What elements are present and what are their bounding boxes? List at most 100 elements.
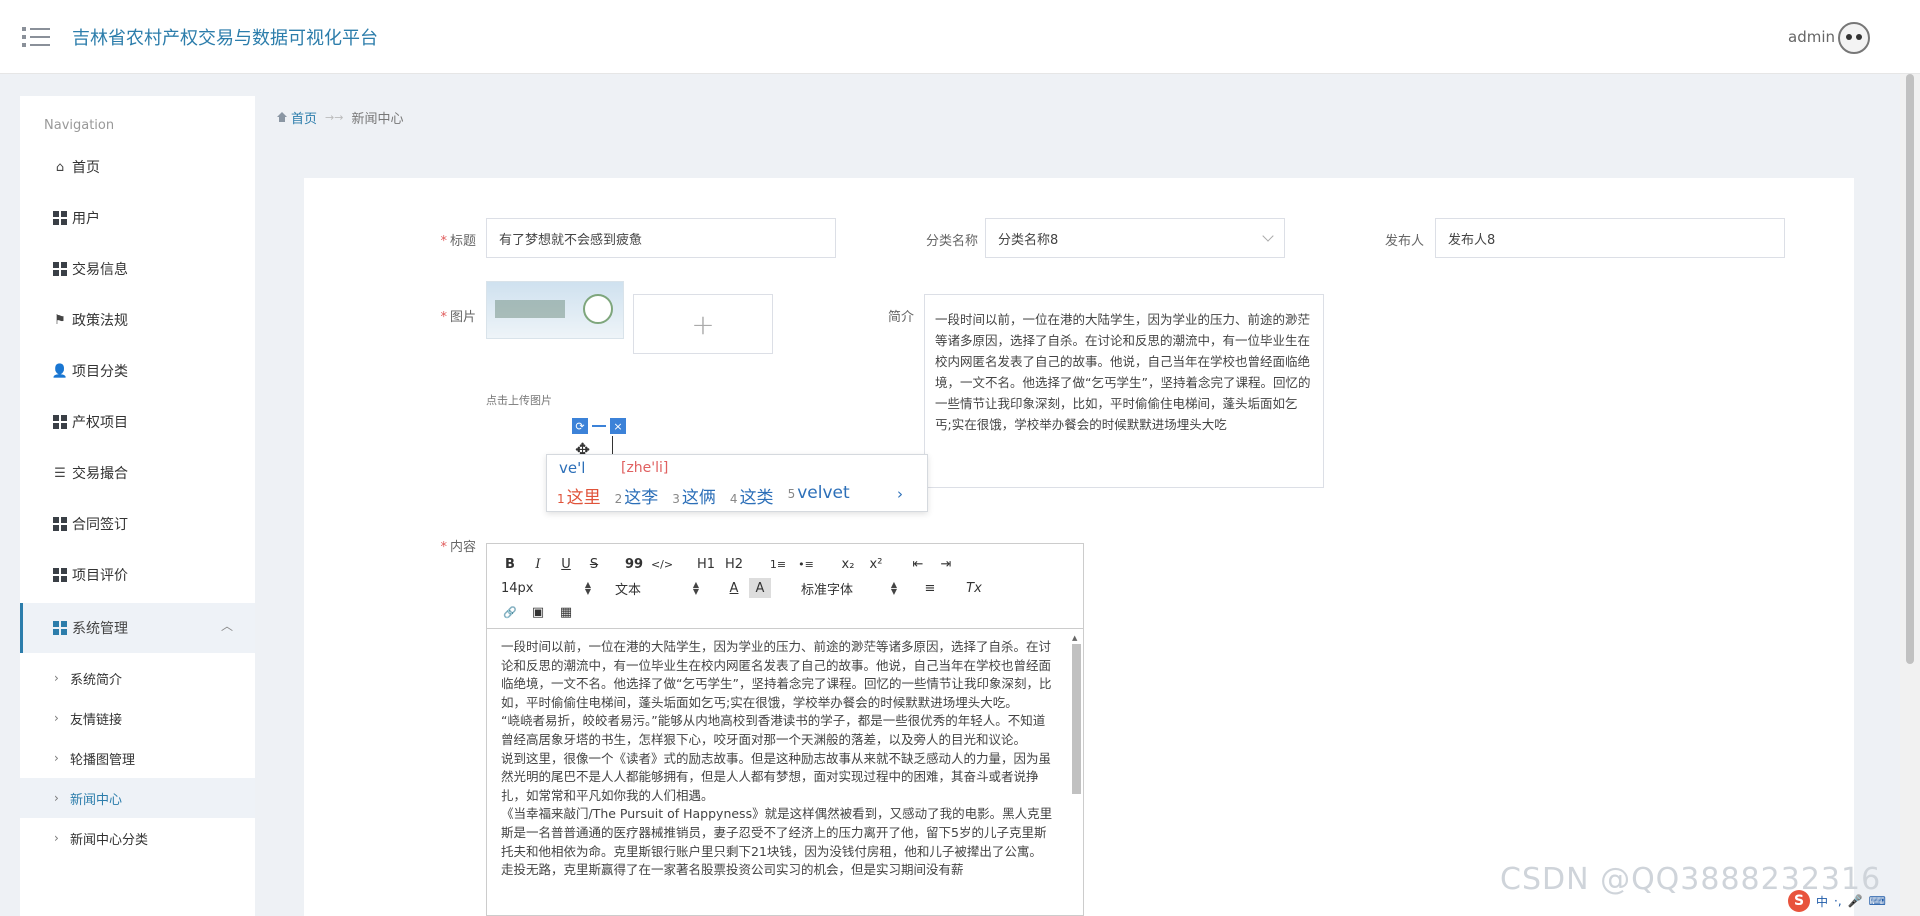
strike-button[interactable]: S [583,554,605,574]
sidebar-item-contract[interactable]: 合同签订 [20,502,255,546]
breadcrumb-home-label: 首页 [291,112,318,127]
sidebar-item-home[interactable]: ⌂ 首页 [20,145,255,189]
sidebar-item-policy[interactable]: ⚑ 政策法规 [20,298,255,342]
publisher-input[interactable]: 发布人8 [1435,218,1785,258]
superscript-button[interactable]: x² [865,554,887,574]
sidebar-item-label: 项目分类 [72,364,128,380]
font-family-select[interactable]: 标准字体 ▲ ▼ [801,578,897,598]
background-color-button[interactable]: A [749,578,771,598]
font-size-select[interactable]: 14px ▲ ▼ [501,578,591,598]
ime-candidate[interactable]: 2 这李 [615,483,659,508]
font-size-value: 14px [501,580,534,596]
code-block-button[interactable]: </> [651,554,673,574]
ime-input: ve'l [559,459,586,477]
ime-candidate[interactable]: 4 这类 [730,483,774,508]
chevron-right-icon: › [54,711,59,725]
avatar[interactable] [1838,22,1870,54]
sidebar-item-evaluation[interactable]: 项目评价 [20,553,255,597]
category-label: 分类名称 [925,234,978,249]
subscript-button[interactable]: x₂ [837,554,859,574]
ime-pinyin: [zhe'li] [621,460,669,476]
grid-icon [53,621,67,635]
sidebar-subitem-label: 友情链接 [70,712,123,728]
sogou-logo-icon: S [1788,890,1810,912]
video-button[interactable]: ▦ [555,602,577,622]
updown-icon: ▲ ▼ [584,580,591,596]
italic-button[interactable]: I [527,554,549,574]
user-icon: 👤 [51,363,69,379]
sidebar-subitem-links[interactable]: › 友情链接 [20,698,255,738]
heading-select[interactable]: 文本 ▲ ▼ [615,578,699,598]
ime-candidates: 1 这里 2 这李 3 这俩 4 这类 5 velvet [557,483,864,508]
indent-button[interactable]: ⇥ [935,554,957,574]
chevron-down-icon [1262,230,1274,242]
title-input[interactable]: 有了梦想就不会感到疲惫 [486,218,836,258]
updown-icon: ▲ ▼ [890,580,897,596]
clean-format-button[interactable]: Tx [963,578,985,598]
align-button[interactable]: ≡ [919,578,941,598]
sidebar-item-label: 合同签订 [72,517,128,533]
scroll-up-icon[interactable]: ▲ [1072,634,1077,642]
sidebar-item-users[interactable]: 用户 [20,196,255,240]
breadcrumb-home[interactable]: 首页 [276,108,317,127]
nav-heading: Navigation [44,118,115,133]
font-color-button[interactable]: A [723,578,745,598]
close-icon[interactable]: × [610,418,626,434]
ime-candidate[interactable]: 3 这俩 [672,483,716,508]
grid-icon [53,517,67,531]
text-cursor [612,436,613,454]
sidebar-subitem-label: 新闻中心分类 [70,832,149,848]
summary-label: 简介 [887,310,914,325]
sidebar-subitem-carousel[interactable]: › 轮播图管理 [20,738,255,778]
blockquote-button[interactable]: 99 [623,554,645,574]
rich-text-editor: B I U S 99 </> H1 H2 1≡ •≡ x₂ x² ⇤ ⇥ 14p… [486,543,1084,916]
image-thumbnail[interactable] [486,281,624,339]
sidebar-item-project-category[interactable]: 👤 项目分类 [20,349,255,393]
editor-content[interactable]: 一段时间以前，一位在港的大陆学生，因为学业的压力、前途的渺茫等诸多原因，选择了自… [487,630,1067,915]
ime-punct[interactable]: ·, [1834,894,1842,908]
sidebar: Navigation ⌂ 首页 用户 交易信息 ⚑ 政策法规 👤 项目分类 产权… [20,96,255,916]
header-2-button[interactable]: H2 [723,554,745,574]
ime-lang[interactable]: 中 [1816,893,1828,910]
ime-next-page-icon[interactable]: › [897,485,903,503]
user-name[interactable]: admin [1788,28,1835,46]
upload-button[interactable]: + [633,294,773,354]
ime-candidate[interactable]: 1 这里 [557,483,601,508]
refresh-icon[interactable]: ⟳ [572,418,588,434]
chevron-up-icon: ︿ [220,619,233,633]
top-header: 吉林省农村产权交易与数据可视化平台 admin [0,0,1920,74]
page-scrollbar[interactable] [1900,74,1920,916]
editor-paragraph: “峣峣者易折，皎皎者易污。”能够从内地高校到香港读书的学子，都是一些很优秀的年轻… [501,713,1046,747]
outdent-button[interactable]: ⇤ [907,554,929,574]
summary-textarea[interactable]: 一段时间以前，一位在港的大陆学生，因为学业的压力、前途的渺茫等诸多原因，选择了自… [924,294,1324,488]
menu-icon[interactable] [22,26,50,48]
link-button[interactable]: 🔗 [499,602,521,622]
sidebar-subitem-intro[interactable]: › 系统简介 [20,658,255,698]
bullet-list-button[interactable]: •≡ [795,554,817,574]
image-button[interactable]: ▣ [527,602,549,622]
header-1-button[interactable]: H1 [695,554,717,574]
ordered-list-button[interactable]: 1≡ [767,554,789,574]
app-title: 吉林省农村产权交易与数据可视化平台 [72,28,378,49]
bold-button[interactable]: B [499,554,521,574]
category-select[interactable]: 分类名称8 [985,218,1285,258]
keyboard-icon[interactable]: ⌨ [1869,894,1886,908]
sidebar-item-system[interactable]: 系统管理 ︿ [20,603,255,653]
mic-icon[interactable]: 🎤 [1848,894,1863,908]
sidebar-item-matchmaking[interactable]: ☰ 交易撮合 [20,451,255,495]
editor-paragraph: 一段时间以前，一位在港的大陆学生，因为学业的压力、前途的渺茫等诸多原因，选择了自… [501,639,1052,710]
sidebar-item-label: 首页 [72,160,100,176]
sidebar-item-trade-info[interactable]: 交易信息 [20,247,255,291]
editor-scrollbar[interactable]: ▲ [1071,634,1081,914]
grid-icon [53,211,67,225]
home-icon [276,112,288,123]
sidebar-subitem-news[interactable]: › 新闻中心 [20,778,255,818]
underline-button[interactable]: U [555,554,577,574]
ime-candidate[interactable]: 5 velvet [788,483,850,508]
sidebar-item-label: 交易信息 [72,262,128,278]
sidebar-subitem-news-category[interactable]: › 新闻中心分类 [20,818,255,858]
ime-handle[interactable]: ⟳ × [572,418,626,434]
sidebar-item-label: 用户 [72,211,100,227]
sidebar-item-property-project[interactable]: 产权项目 [20,400,255,444]
ime-tray[interactable]: S 中 ·, 🎤 ⌨ [1788,890,1892,912]
